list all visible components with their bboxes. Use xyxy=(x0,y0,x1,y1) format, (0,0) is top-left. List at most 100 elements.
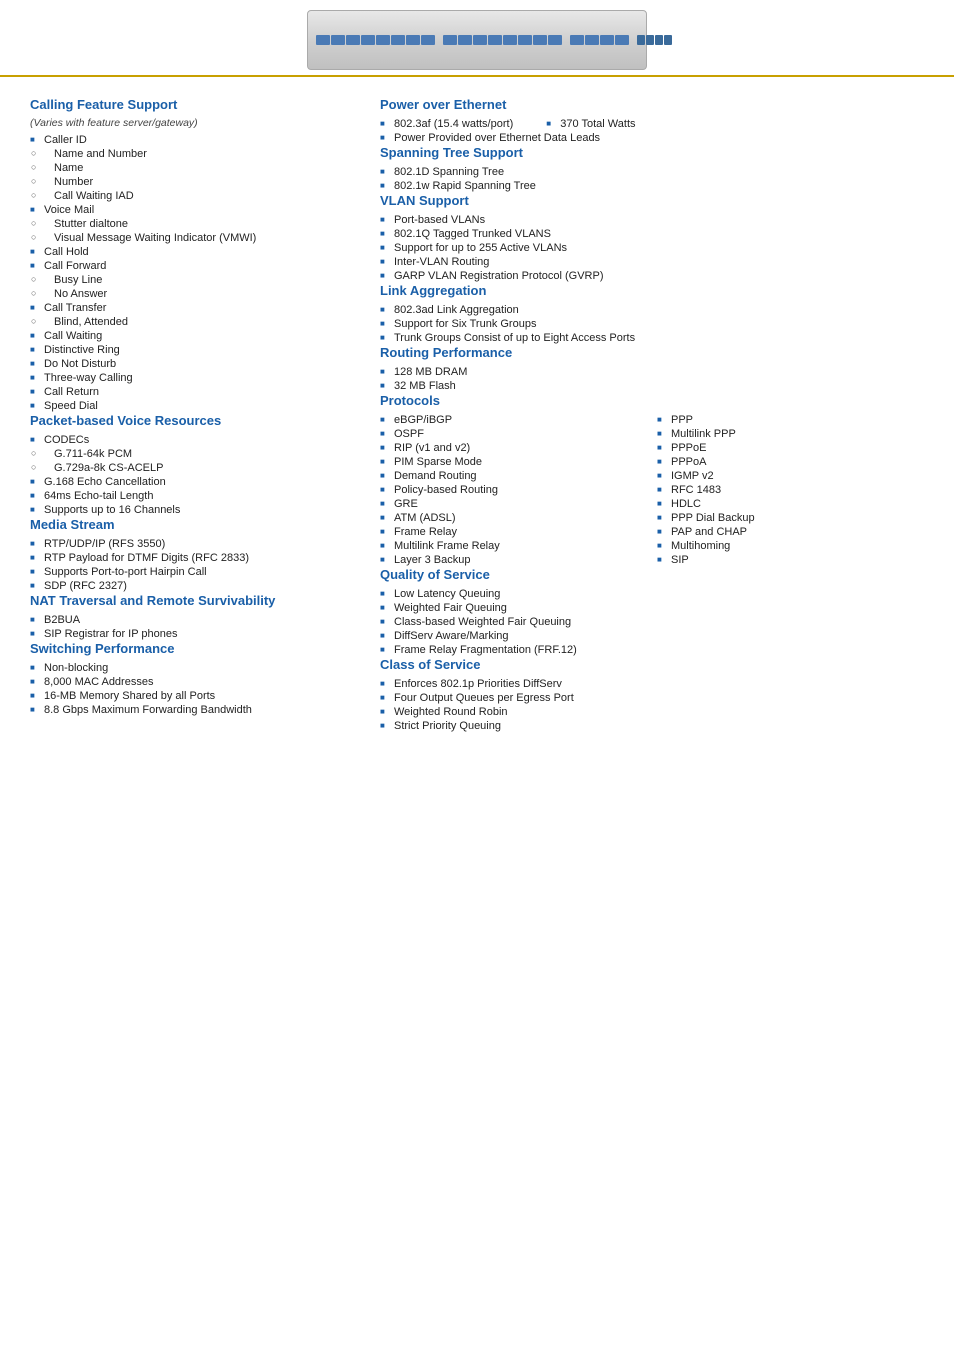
list-item: Demand Routing xyxy=(380,469,647,483)
list-item: Call Hold xyxy=(30,245,350,259)
list-item: Non-blocking xyxy=(30,661,350,675)
list-item: RFC 1483 xyxy=(657,483,924,497)
list-item: Weighted Round Robin xyxy=(380,705,924,719)
section-poe: Power over Ethernet 802.3af (15.4 watts/… xyxy=(380,97,924,145)
port xyxy=(533,35,547,45)
list-item: 802.1Q Tagged Trunked VLANS xyxy=(380,227,924,241)
port xyxy=(443,35,457,45)
section-title-cos: Class of Service xyxy=(380,657,924,672)
nat-traversal-list: B2BUA SIP Registrar for IP phones xyxy=(30,613,350,641)
section-calling-feature: Calling Feature Support (Varies with fea… xyxy=(30,97,350,413)
list-item: Call Waiting IAD xyxy=(30,189,350,203)
list-item: Call Forward xyxy=(30,259,350,273)
section-packet-voice: Packet-based Voice Resources CODECs G.71… xyxy=(30,413,350,517)
section-protocols: Protocols eBGP/iBGP OSPF RIP (v1 and v2)… xyxy=(380,393,924,567)
list-item: SIP xyxy=(657,553,924,567)
list-item: Enforces 802.1p Priorities DiffServ xyxy=(380,677,924,691)
page-header xyxy=(0,0,954,77)
section-title-qos: Quality of Service xyxy=(380,567,924,582)
packet-voice-list: CODECs G.711-64k PCM G.729a-8k CS-ACELP … xyxy=(30,433,350,517)
port xyxy=(518,35,532,45)
port-small xyxy=(664,35,672,45)
list-item: Speed Dial xyxy=(30,399,350,413)
list-item: Call Return xyxy=(30,385,350,399)
list-item: Voice Mail xyxy=(30,203,350,217)
poe-list: 802.3af (15.4 watts/port) 370 Total Watt… xyxy=(380,117,924,145)
section-title-calling-feature: Calling Feature Support xyxy=(30,97,350,112)
port xyxy=(391,35,405,45)
port xyxy=(406,35,420,45)
port xyxy=(615,35,629,45)
list-item: GRE xyxy=(380,497,647,511)
section-media-stream: Media Stream RTP/UDP/IP (RFS 3550) RTP P… xyxy=(30,517,350,593)
list-item: Three-way Calling xyxy=(30,371,350,385)
list-item: Visual Message Waiting Indicator (VMWI) xyxy=(30,231,350,245)
port xyxy=(421,35,435,45)
list-item: Four Output Queues per Egress Port xyxy=(380,691,924,705)
list-item: 64ms Echo-tail Length xyxy=(30,489,350,503)
list-item: Port-based VLANs xyxy=(380,213,924,227)
section-switching: Switching Performance Non-blocking 8,000… xyxy=(30,641,350,717)
list-item: Support for up to 255 Active VLANs xyxy=(380,241,924,255)
list-item: SDP (RFC 2327) xyxy=(30,579,350,593)
list-item: No Answer xyxy=(30,287,350,301)
qos-list: Low Latency Queuing Weighted Fair Queuin… xyxy=(380,587,924,657)
list-item: Multilink PPP xyxy=(657,427,924,441)
list-item: 802.1D Spanning Tree xyxy=(380,165,924,179)
list-item: Blind, Attended xyxy=(30,315,350,329)
port xyxy=(361,35,375,45)
section-title-link-agg: Link Aggregation xyxy=(380,283,924,298)
list-item: OSPF xyxy=(380,427,647,441)
port xyxy=(331,35,345,45)
list-item: Support for Six Trunk Groups xyxy=(380,317,924,331)
list-item: Layer 3 Backup xyxy=(380,553,647,567)
list-item: PPPoE xyxy=(657,441,924,455)
vlan-list: Port-based VLANs 802.1Q Tagged Trunked V… xyxy=(380,213,924,283)
list-item: Busy Line xyxy=(30,273,350,287)
media-stream-list: RTP/UDP/IP (RFS 3550) RTP Payload for DT… xyxy=(30,537,350,593)
list-item: Multihoming xyxy=(657,539,924,553)
list-item: 128 MB DRAM xyxy=(380,365,924,379)
section-nat-traversal: NAT Traversal and Remote Survivability B… xyxy=(30,593,350,641)
list-item: 32 MB Flash xyxy=(380,379,924,393)
list-item: 8,000 MAC Addresses xyxy=(30,675,350,689)
list-item: 802.3af (15.4 watts/port) xyxy=(380,117,513,131)
list-item: Supports up to 16 Channels xyxy=(30,503,350,517)
list-item: Weighted Fair Queuing xyxy=(380,601,924,615)
port xyxy=(376,35,390,45)
port xyxy=(316,35,330,45)
list-item: Name xyxy=(30,161,350,175)
list-item: Caller ID xyxy=(30,133,350,147)
port xyxy=(600,35,614,45)
calling-feature-list: Caller ID Name and Number Name Number Ca… xyxy=(30,133,350,413)
left-column: Calling Feature Support (Varies with fea… xyxy=(30,97,350,733)
list-item: 16-MB Memory Shared by all Ports xyxy=(30,689,350,703)
section-title-vlan: VLAN Support xyxy=(380,193,924,208)
list-item: RTP Payload for DTMF Digits (RFC 2833) xyxy=(30,551,350,565)
link-agg-list: 802.3ad Link Aggregation Support for Six… xyxy=(380,303,924,345)
section-title-switching: Switching Performance xyxy=(30,641,350,656)
list-item: Call Transfer xyxy=(30,301,350,315)
list-item: ATM (ADSL) xyxy=(380,511,647,525)
list-item: PPP xyxy=(657,413,924,427)
list-item: Strict Priority Queuing xyxy=(380,719,924,733)
device-ports xyxy=(316,35,672,45)
calling-feature-subtitle: (Varies with feature server/gateway) xyxy=(30,117,350,129)
right-column: Power over Ethernet 802.3af (15.4 watts/… xyxy=(380,97,924,733)
list-item: GARP VLAN Registration Protocol (GVRP) xyxy=(380,269,924,283)
content-area: Calling Feature Support (Varies with fea… xyxy=(0,77,954,753)
section-routing-perf: Routing Performance 128 MB DRAM 32 MB Fl… xyxy=(380,345,924,393)
list-item: Do Not Disturb xyxy=(30,357,350,371)
list-item: Trunk Groups Consist of up to Eight Acce… xyxy=(380,331,924,345)
list-item: Name and Number xyxy=(30,147,350,161)
protocols-col2-list: PPP Multilink PPP PPPoE PPPoA IGMP v2 RF… xyxy=(657,413,924,567)
list-item: Multilink Frame Relay xyxy=(380,539,647,553)
section-vlan: VLAN Support Port-based VLANs 802.1Q Tag… xyxy=(380,193,924,283)
section-cos: Class of Service Enforces 802.1p Priorit… xyxy=(380,657,924,733)
section-title-routing-perf: Routing Performance xyxy=(380,345,924,360)
port xyxy=(488,35,502,45)
section-title-media-stream: Media Stream xyxy=(30,517,350,532)
list-item: IGMP v2 xyxy=(657,469,924,483)
list-item: G.711-64k PCM xyxy=(30,447,350,461)
list-item: 8.8 Gbps Maximum Forwarding Bandwidth xyxy=(30,703,350,717)
